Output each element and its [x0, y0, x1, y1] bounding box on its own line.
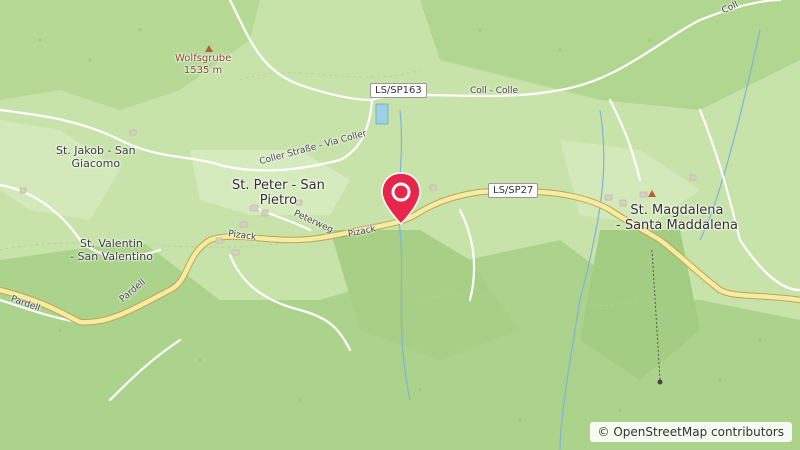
town-label-st-valentin: St. Valentin - San Valentino [70, 237, 153, 263]
location-pin-icon[interactable] [380, 172, 422, 226]
map-canvas[interactable]: Wolfsgrube 1535 m LS/SP163 Coll - Colle … [0, 0, 800, 450]
peak-icon [648, 190, 656, 197]
map-attribution[interactable]: © OpenStreetMap contributors [589, 422, 792, 442]
road-label-coll-colle: Coll - Colle [470, 86, 519, 96]
road-shield-sp27: LS/SP27 [488, 183, 539, 198]
peak-label-wolfsgrube: Wolfsgrube 1535 m [175, 53, 232, 76]
road-shield-sp163: LS/SP163 [370, 83, 427, 98]
town-label-st-peter: St. Peter - San Pietro [232, 178, 325, 208]
peak-icon [205, 45, 213, 52]
town-label-st-magdalena: St. Magdalena - Santa Maddalena [616, 203, 738, 233]
town-label-st-jakob: St. Jakob - San Giacomo [56, 144, 136, 170]
